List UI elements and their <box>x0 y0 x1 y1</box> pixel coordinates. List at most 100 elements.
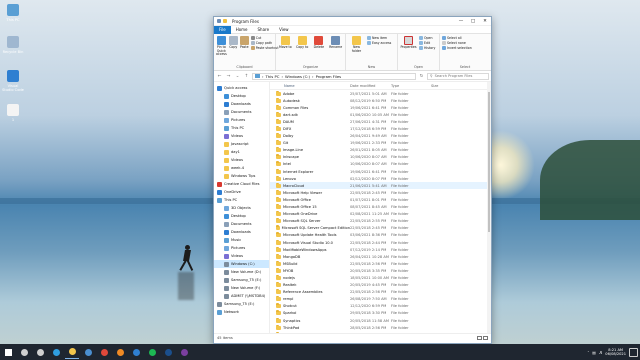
copy-path-button[interactable]: Copy path <box>250 41 279 45</box>
forward-arrow-icon[interactable]: → <box>225 74 232 79</box>
taskbar-photoshop-button[interactable] <box>161 345 175 359</box>
file-explorer-window[interactable]: Program Files — □ ✕ File Home Share View… <box>213 16 492 344</box>
nav-item[interactable]: This PC <box>214 196 269 204</box>
tab-view[interactable]: View <box>274 26 294 34</box>
breadcrumb-windows-c[interactable]: Windows (C:) <box>285 74 310 79</box>
table-row[interactable]: Microsoft Visual Studio 10.0 22/05/2018 2… <box>270 239 491 246</box>
new-item-button[interactable]: New item <box>367 36 391 40</box>
nav-item[interactable]: Pictures <box>214 244 269 252</box>
table-row[interactable]: Microsoft Office 01/07/2021 8:01 PM File f… <box>270 196 491 203</box>
recent-chevron-icon[interactable]: ⌄ <box>234 74 241 79</box>
open-button[interactable]: Open <box>419 36 435 40</box>
taskbar-firefox-button[interactable] <box>113 345 127 359</box>
nav-item[interactable]: Quick access <box>214 84 269 92</box>
nav-item[interactable]: New Volume (F:) <box>214 284 269 292</box>
nav-item[interactable]: Downloads <box>214 228 269 236</box>
delete-button[interactable]: Delete <box>312 35 327 65</box>
table-row[interactable]: Inkscape 10/06/2020 8:07 AM File folder <box>270 154 491 161</box>
edit-button[interactable]: Edit <box>419 41 435 45</box>
nav-item[interactable]: New Volume (D:) <box>214 268 269 276</box>
table-row[interactable]: Sparkol 29/05/2018 3:30 PM File folder <box>270 310 491 317</box>
desktop-icon[interactable]: This PC <box>2 4 24 22</box>
nav-item[interactable]: Windows Tips <box>214 172 269 180</box>
breadcrumb-program-files[interactable]: Program Files <box>316 74 342 79</box>
nav-item[interactable]: Samsung_T5 (E:) <box>214 300 269 308</box>
rename-button[interactable]: Rename <box>328 35 343 65</box>
nav-item[interactable]: Desktop <box>214 212 269 220</box>
column-date[interactable]: Date modified <box>350 84 391 88</box>
nav-item[interactable]: Creative Cloud Files <box>214 180 269 188</box>
desktop-icon[interactable]: Visual Studio Code <box>2 70 24 92</box>
column-name[interactable]: Name <box>270 84 350 88</box>
nav-item[interactable]: Documents <box>214 220 269 228</box>
nav-item[interactable]: Windows (C:) <box>214 260 269 268</box>
desktop-icon[interactable]: 1 <box>2 104 24 122</box>
nav-item[interactable]: Samsung_T5 (E:) <box>214 276 269 284</box>
paste-button[interactable]: Paste <box>239 35 249 65</box>
vertical-scrollbar[interactable] <box>487 82 491 333</box>
table-row[interactable]: Microsoft SQL Server 22/05/2018 2:55 PM Fi… <box>270 218 491 225</box>
start-button[interactable] <box>0 344 16 360</box>
column-type[interactable]: Type <box>391 84 431 88</box>
history-button[interactable]: History <box>419 46 435 50</box>
tab-home[interactable]: Home <box>231 26 253 34</box>
table-row[interactable]: MYOB 20/05/2018 3:35 PM File folder <box>270 267 491 274</box>
chevron-up-icon[interactable]: ˄ <box>587 350 589 355</box>
nav-item[interactable]: ADMET (\\MSTDB4) <box>214 292 269 300</box>
network-icon[interactable]: ▤ <box>592 350 596 355</box>
details-view-icon[interactable] <box>477 336 482 340</box>
table-row[interactable]: Synaptics 20/05/2018 11:58 AM File folder <box>270 317 491 324</box>
table-row[interactable]: MSBuild 22/05/2018 2:56 PM File folder <box>270 260 491 267</box>
table-row[interactable]: UNP06/06/2017 11:27 PMFile folder <box>270 331 491 333</box>
search-input[interactable]: ⚲ Search Program Files <box>427 72 489 80</box>
nav-item[interactable]: Javascript <box>214 140 269 148</box>
taskbar-store-button[interactable] <box>81 345 95 359</box>
easy-access-button[interactable]: Easy access <box>367 41 391 45</box>
select-none-button[interactable]: Select none <box>442 41 472 45</box>
table-row[interactable]: ModifiableWindowsApps 07/12/2019 2:14 PM F… <box>270 246 491 253</box>
nav-item[interactable]: Videos <box>214 252 269 260</box>
minimize-button[interactable]: — <box>455 17 467 26</box>
properties-button[interactable]: Properties <box>400 35 417 65</box>
table-row[interactable]: Microsoft OneDrive 02/08/2021 11:25 AM Fil… <box>270 211 491 218</box>
nav-item[interactable]: Desktop <box>214 92 269 100</box>
copy-button[interactable]: Copy <box>228 35 238 65</box>
maximize-button[interactable]: □ <box>467 17 479 26</box>
table-row[interactable]: Dolby 26/04/2021 9:49 AM File folder <box>270 133 491 140</box>
table-row[interactable]: Autodesk 08/12/2019 6:50 PM File folder <box>270 97 491 104</box>
table-row[interactable]: Common Files 19/06/2021 6:41 PM File folde… <box>270 104 491 111</box>
large-icons-view-icon[interactable] <box>483 336 488 340</box>
desktop-icon[interactable]: Recycle Bin <box>2 36 24 54</box>
new-folder-button[interactable]: New folder <box>348 35 365 65</box>
nav-item[interactable]: week-4 <box>214 164 269 172</box>
nav-item[interactable]: Videos <box>214 156 269 164</box>
nav-item[interactable]: Pictures <box>214 116 269 124</box>
close-button[interactable]: ✕ <box>479 17 491 26</box>
taskbar-chrome-button[interactable] <box>97 345 111 359</box>
table-row[interactable]: rempl 26/08/2019 7:50 AM File folder <box>270 296 491 303</box>
scroll-thumb[interactable] <box>488 92 490 232</box>
table-row[interactable]: MongoDB 26/04/2021 10:28 AM File folder <box>270 253 491 260</box>
refresh-icon[interactable]: ↻ <box>418 74 425 79</box>
tab-file[interactable]: File <box>214 25 231 34</box>
tab-share[interactable]: Share <box>253 26 275 34</box>
taskbar-task-view-button[interactable] <box>33 345 47 359</box>
table-row[interactable]: Adobe 25/07/2021 5:01 AM File folder <box>270 90 491 97</box>
breadcrumb-this-pc[interactable]: This PC <box>266 74 280 79</box>
clock[interactable]: 8:21 AM 06/08/2021 <box>605 348 626 357</box>
taskbar-vscode-button[interactable] <box>129 345 143 359</box>
nav-item[interactable]: Network <box>214 308 269 316</box>
up-arrow-icon[interactable]: ↑ <box>243 74 250 79</box>
taskbar-file-explorer-button[interactable] <box>65 345 79 359</box>
table-row[interactable]: Git 19/06/2021 2:33 PM File folder <box>270 140 491 147</box>
table-row[interactable]: Reference Assemblies 22/05/2018 2:56 PM Fi… <box>270 289 491 296</box>
nav-item[interactable]: OneDrive <box>214 188 269 196</box>
table-row[interactable]: Realtek 20/05/2019 4:45 PM File folder <box>270 282 491 289</box>
nav-item[interactable]: 3D Objects <box>214 204 269 212</box>
nav-item[interactable]: Videos <box>214 132 269 140</box>
taskbar-edge-button[interactable] <box>49 345 63 359</box>
select-all-button[interactable]: Select all <box>442 36 472 40</box>
taskbar-search-button[interactable] <box>17 345 31 359</box>
nav-item[interactable]: day1 <box>214 148 269 156</box>
back-arrow-icon[interactable]: ← <box>216 74 223 79</box>
